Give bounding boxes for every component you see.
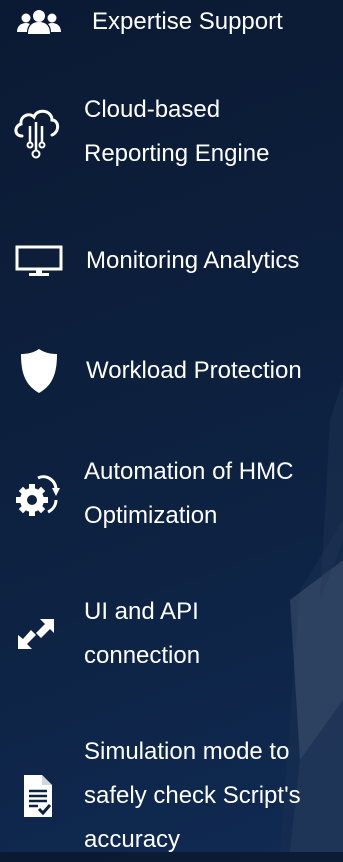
feature-expertise-support: Expertise Support <box>0 0 343 44</box>
users-icon <box>0 10 78 34</box>
feature-simulation-mode: Simulation mode to safely check Script's… <box>0 730 343 862</box>
feature-cloud-reporting: Cloud-based Reporting Engine <box>0 88 343 176</box>
feature-label: UI and API connection <box>84 598 201 669</box>
expand-arrows-icon <box>0 617 72 651</box>
feature-monitoring-analytics: Monitoring Analytics <box>0 239 343 283</box>
feature-label: Expertise Support <box>92 8 283 35</box>
shield-icon <box>0 349 78 393</box>
feature-label: Simulation mode to safely check Script's… <box>84 738 301 853</box>
feature-workload-protection: Workload Protection <box>0 349 343 393</box>
document-check-icon <box>0 773 72 819</box>
cloud-network-icon <box>0 102 72 162</box>
feature-hmc-automation: Automation of HMC Optimization <box>0 450 343 538</box>
feature-label: Automation of HMC Optimization <box>84 458 294 529</box>
feature-ui-api-connection: UI and API connection <box>0 590 343 678</box>
gear-refresh-icon <box>0 470 72 518</box>
feature-label: Cloud-based Reporting Engine <box>84 96 270 167</box>
monitor-icon <box>0 245 78 277</box>
feature-label: Monitoring Analytics <box>86 247 300 274</box>
feature-label: Workload Protection <box>86 357 302 384</box>
